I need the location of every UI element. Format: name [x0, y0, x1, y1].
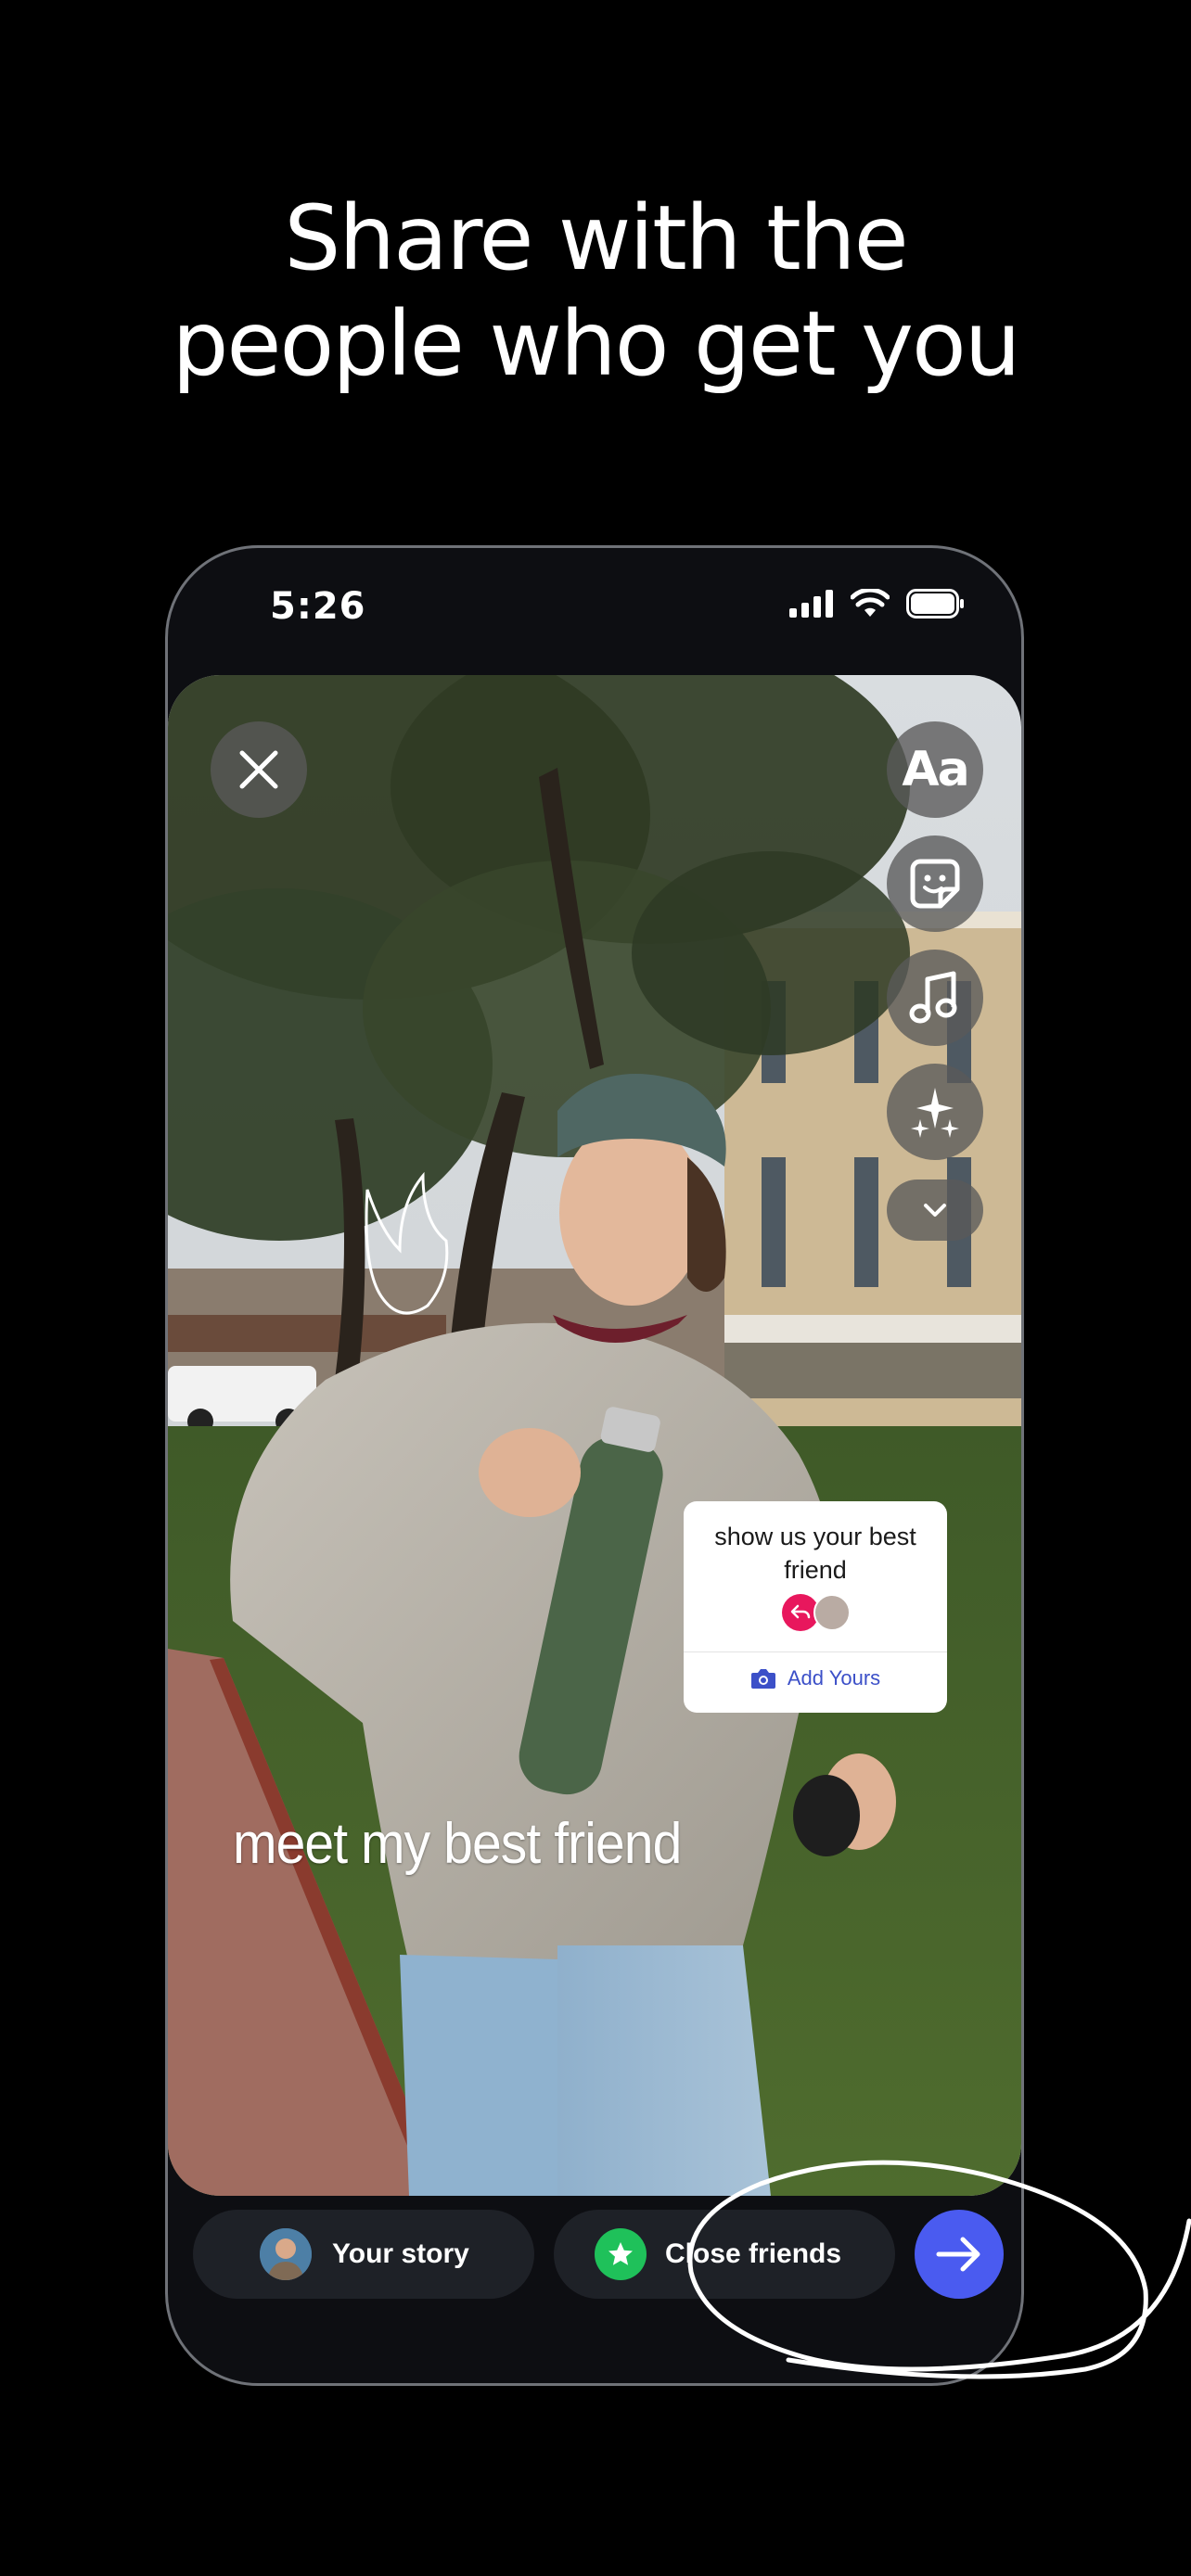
add-yours-link[interactable]: Add Yours: [684, 1666, 947, 1690]
text-tool-icon: Aa: [902, 742, 969, 797]
send-button[interactable]: [915, 2210, 1004, 2299]
music-button[interactable]: [887, 950, 983, 1046]
status-bar: 5:26: [168, 548, 1021, 669]
battery-icon: [906, 589, 964, 618]
phone-frame: 5:26 Aa show us your best friend Add You…: [165, 545, 1024, 2386]
close-friends-star-badge: [595, 2228, 647, 2280]
profile-avatar: [260, 2228, 312, 2280]
close-friends-label: Close friends: [665, 2238, 842, 2269]
status-time: 5:26: [270, 585, 366, 628]
friend-avatar: [813, 1594, 851, 1631]
your-story-button[interactable]: Your story: [193, 2210, 534, 2299]
story-caption[interactable]: meet my best friend: [233, 1811, 682, 1877]
sticker-prompt: show us your best friend: [714, 1523, 916, 1584]
arrow-right-icon: [936, 2237, 980, 2272]
headline-line-2: people who get you: [172, 292, 1020, 396]
more-tools-button[interactable]: [887, 1180, 983, 1241]
close-friends-button[interactable]: Close friends: [554, 2210, 895, 2299]
star-icon: [608, 2242, 633, 2265]
headline-line-1: Share with the: [284, 186, 908, 290]
sticker-button[interactable]: [887, 835, 983, 932]
reply-icon: [790, 1604, 811, 1619]
effects-icon: [911, 1088, 959, 1138]
add-yours-sticker[interactable]: show us your best friend Add Yours: [684, 1501, 947, 1713]
wifi-icon: [851, 589, 890, 617]
your-story-label: Your story: [332, 2238, 469, 2269]
camera-icon: [750, 1669, 775, 1689]
music-icon: [909, 971, 957, 1024]
text-tool-button[interactable]: Aa: [887, 721, 983, 818]
share-bar: Your story Close friends: [168, 2189, 1021, 2328]
signal-icon: [789, 590, 833, 618]
close-button[interactable]: [211, 721, 307, 818]
add-yours-label: Add Yours: [787, 1666, 881, 1690]
sticker-divider: [684, 1651, 947, 1652]
close-icon: [239, 750, 278, 789]
sticker-avatars: [782, 1594, 851, 1631]
status-icons: [789, 589, 966, 618]
chevron-down-icon: [924, 1204, 946, 1217]
sticker-icon: [910, 859, 960, 909]
story-photo: Aa show us your best friend Add Yours me…: [168, 675, 1021, 2196]
headline: Share with the people who get you: [0, 185, 1191, 397]
effects-button[interactable]: [887, 1064, 983, 1160]
